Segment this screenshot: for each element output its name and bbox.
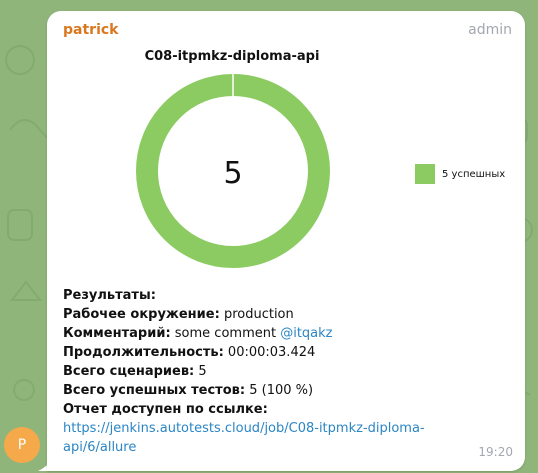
message-time: 19:20 [478, 445, 513, 459]
scenarios-value: 5 [198, 364, 207, 379]
env-label: Рабочее окружение: [63, 307, 220, 322]
env-line: Рабочее окружение: production [63, 305, 513, 324]
legend-swatch [415, 164, 435, 184]
duration-line: Продолжительность: 00:00:03.424 [63, 343, 513, 362]
sender-avatar[interactable]: P [4, 427, 40, 463]
results-heading: Результаты: [63, 288, 156, 303]
comment-label: Комментарий: [63, 326, 171, 341]
legend-label: 5 успешных [442, 168, 506, 180]
report-link-line-2[interactable]: api/6/allure [63, 438, 513, 457]
duration-label: Продолжительность: [63, 345, 224, 360]
link-label: Отчет доступен по ссылке: [63, 402, 268, 417]
chart-title: C08-itpmkz-diploma-api [144, 49, 320, 64]
duration-value: 00:00:03.424 [227, 345, 316, 360]
report-chart[interactable]: C08-itpmkz-diploma-api 5 5 успешных [47, 41, 525, 281]
passed-label: Всего успешных тестов: [63, 383, 246, 398]
comment-line: Комментарий: some comment @itqakz [63, 324, 513, 343]
sender-role: admin [468, 22, 512, 38]
donut-chart: 5 [136, 74, 330, 268]
message-bubble[interactable]: patrick admin C08-itpmkz-diploma-api 5 5… [47, 11, 525, 471]
report-link[interactable]: https://jenkins.autotests.cloud/job/C08-… [63, 419, 513, 457]
donut-center-value: 5 [223, 156, 242, 191]
comment-mention-link[interactable]: @itqakz [280, 326, 332, 341]
scenarios-label: Всего сценариев: [63, 364, 195, 379]
report-text: Результаты: Рабочее окружение: productio… [63, 286, 513, 457]
chart-legend: 5 успешных [415, 164, 505, 184]
passed-value: 5 (100 %) [249, 383, 314, 398]
report-link-line-1[interactable]: https://jenkins.autotests.cloud/job/C08-… [63, 419, 513, 438]
avatar-letter: P [17, 437, 27, 453]
passed-line: Всего успешных тестов: 5 (100 %) [63, 381, 513, 400]
sender-name[interactable]: patrick [63, 22, 118, 38]
env-value: production [223, 307, 294, 322]
scenarios-line: Всего сценариев: 5 [63, 362, 513, 381]
comment-value: some comment [174, 326, 277, 341]
